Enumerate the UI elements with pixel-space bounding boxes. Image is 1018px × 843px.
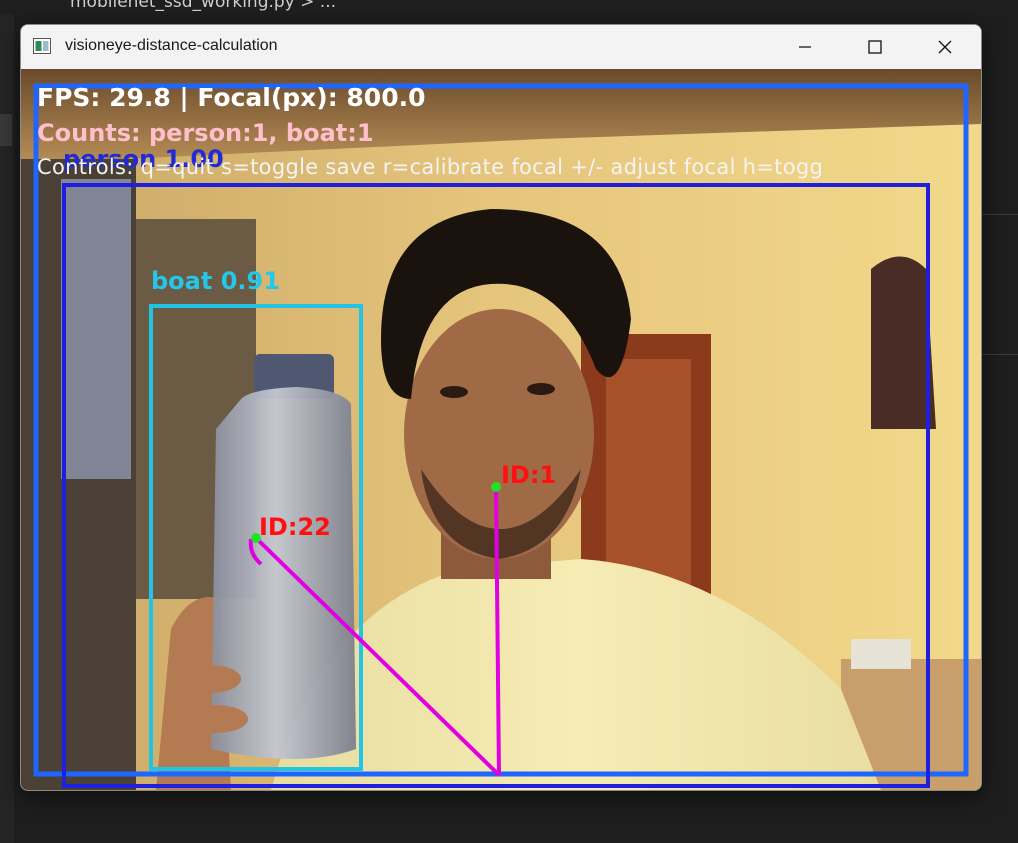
center-point-id1 bbox=[491, 482, 501, 492]
person-finger bbox=[184, 705, 248, 733]
hanging-shirt bbox=[61, 179, 131, 479]
window-titlebar[interactable]: visioneye-distance-calculation bbox=[21, 25, 981, 69]
ide-activity-bar bbox=[0, 14, 14, 843]
app-window-icon bbox=[33, 38, 51, 54]
person-eye bbox=[440, 386, 468, 398]
ide-editor-tab[interactable]: mobilenet_ssd_working.py > ... bbox=[70, 0, 336, 12]
controls-overlay-text: Controls: q=quit s=toggle save r=calibra… bbox=[37, 155, 824, 179]
maximize-button[interactable] bbox=[851, 25, 899, 69]
close-icon bbox=[938, 40, 952, 54]
minimize-button[interactable] bbox=[781, 25, 829, 69]
person-finger bbox=[181, 665, 241, 693]
track-label-id22: ID:22 bbox=[259, 513, 331, 541]
ide-sidebar-marker bbox=[0, 114, 12, 146]
visioneye-window[interactable]: visioneye-distance-calculation FPS: 29.8… bbox=[20, 24, 982, 791]
ide-divider bbox=[982, 354, 1018, 355]
close-button[interactable] bbox=[921, 25, 969, 69]
ide-divider bbox=[982, 214, 1018, 215]
person-face bbox=[404, 309, 594, 559]
camera-frame: FPS: 29.8 | Focal(px): 800.0 Counts: per… bbox=[21, 69, 981, 790]
papers bbox=[851, 639, 911, 669]
ide-top-bar: mobilenet_ssd_working.py > ... bbox=[0, 0, 1018, 14]
boat-detection-label: boat 0.91 bbox=[151, 267, 280, 295]
counts-overlay-text: Counts: person:1, boat:1 bbox=[37, 119, 374, 147]
window-title: visioneye-distance-calculation bbox=[65, 37, 278, 54]
bottle-body bbox=[211, 387, 356, 759]
maximize-icon bbox=[868, 40, 882, 54]
fps-overlay-text: FPS: 29.8 | Focal(px): 800.0 bbox=[37, 83, 426, 112]
track-label-id1: ID:1 bbox=[501, 461, 557, 489]
person-eye bbox=[527, 383, 555, 395]
minimize-icon bbox=[799, 46, 811, 48]
